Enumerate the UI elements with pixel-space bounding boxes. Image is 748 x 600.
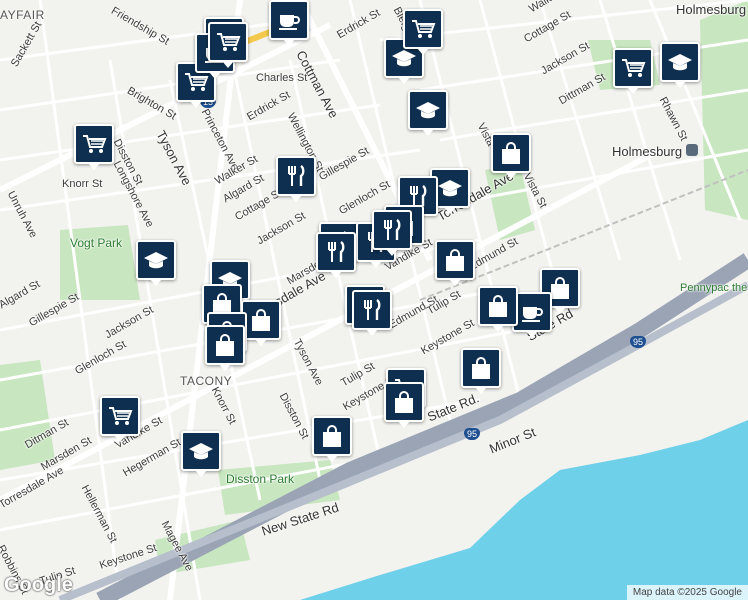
poi-marker[interactable] [408, 90, 448, 136]
poi-marker[interactable] [136, 240, 176, 286]
poi-marker[interactable] [312, 416, 352, 462]
poi-marker[interactable] [403, 9, 443, 55]
map-attribution[interactable]: Map data ©2025 Google [626, 585, 748, 600]
poi-marker[interactable] [491, 133, 531, 179]
poi-marker[interactable] [100, 396, 140, 442]
poi-marker[interactable] [316, 232, 356, 278]
poi-marker[interactable] [613, 48, 653, 94]
google-logo: Google [4, 574, 73, 596]
poi-marker[interactable] [181, 431, 221, 477]
poi-marker[interactable] [435, 240, 475, 286]
poi-marker[interactable] [241, 300, 281, 346]
poi-marker[interactable] [660, 42, 700, 88]
poi-marker[interactable] [512, 292, 552, 338]
poi-marker[interactable] [205, 325, 245, 371]
poi-marker[interactable] [269, 0, 309, 46]
poi-marker[interactable] [276, 156, 316, 202]
poi-marker[interactable] [372, 210, 412, 256]
poi-marker[interactable] [74, 124, 114, 170]
map-canvas[interactable]: AYFAIR TACONY Holmesburg Holmesburg Vogt… [0, 0, 748, 600]
poi-marker[interactable] [208, 22, 248, 68]
poi-marker[interactable] [478, 286, 518, 332]
poi-marker[interactable] [384, 382, 424, 428]
poi-marker[interactable] [461, 348, 501, 394]
transit-station-icon [686, 144, 698, 156]
poi-marker[interactable] [352, 290, 392, 336]
